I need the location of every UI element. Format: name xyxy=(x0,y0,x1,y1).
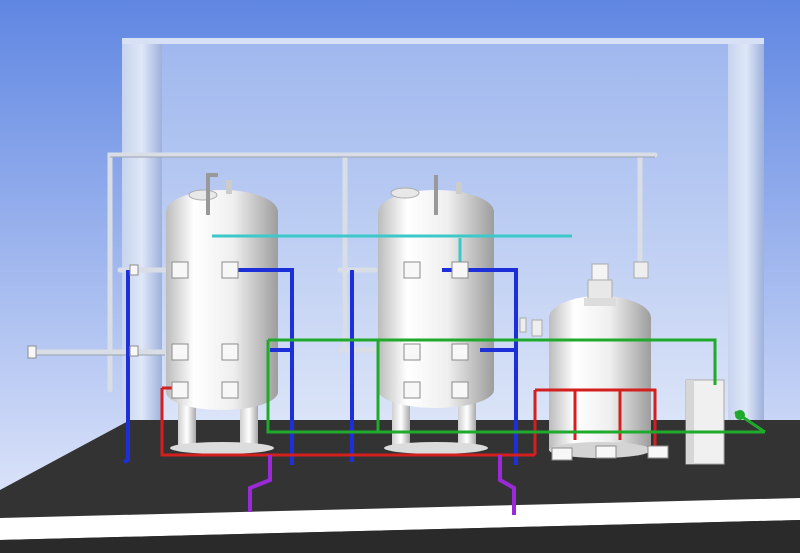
frame-post-right xyxy=(728,38,764,428)
frame-top-beam xyxy=(122,38,764,44)
control-cabinet xyxy=(685,379,725,465)
plant-scene xyxy=(0,0,800,553)
green-valve xyxy=(735,410,745,420)
